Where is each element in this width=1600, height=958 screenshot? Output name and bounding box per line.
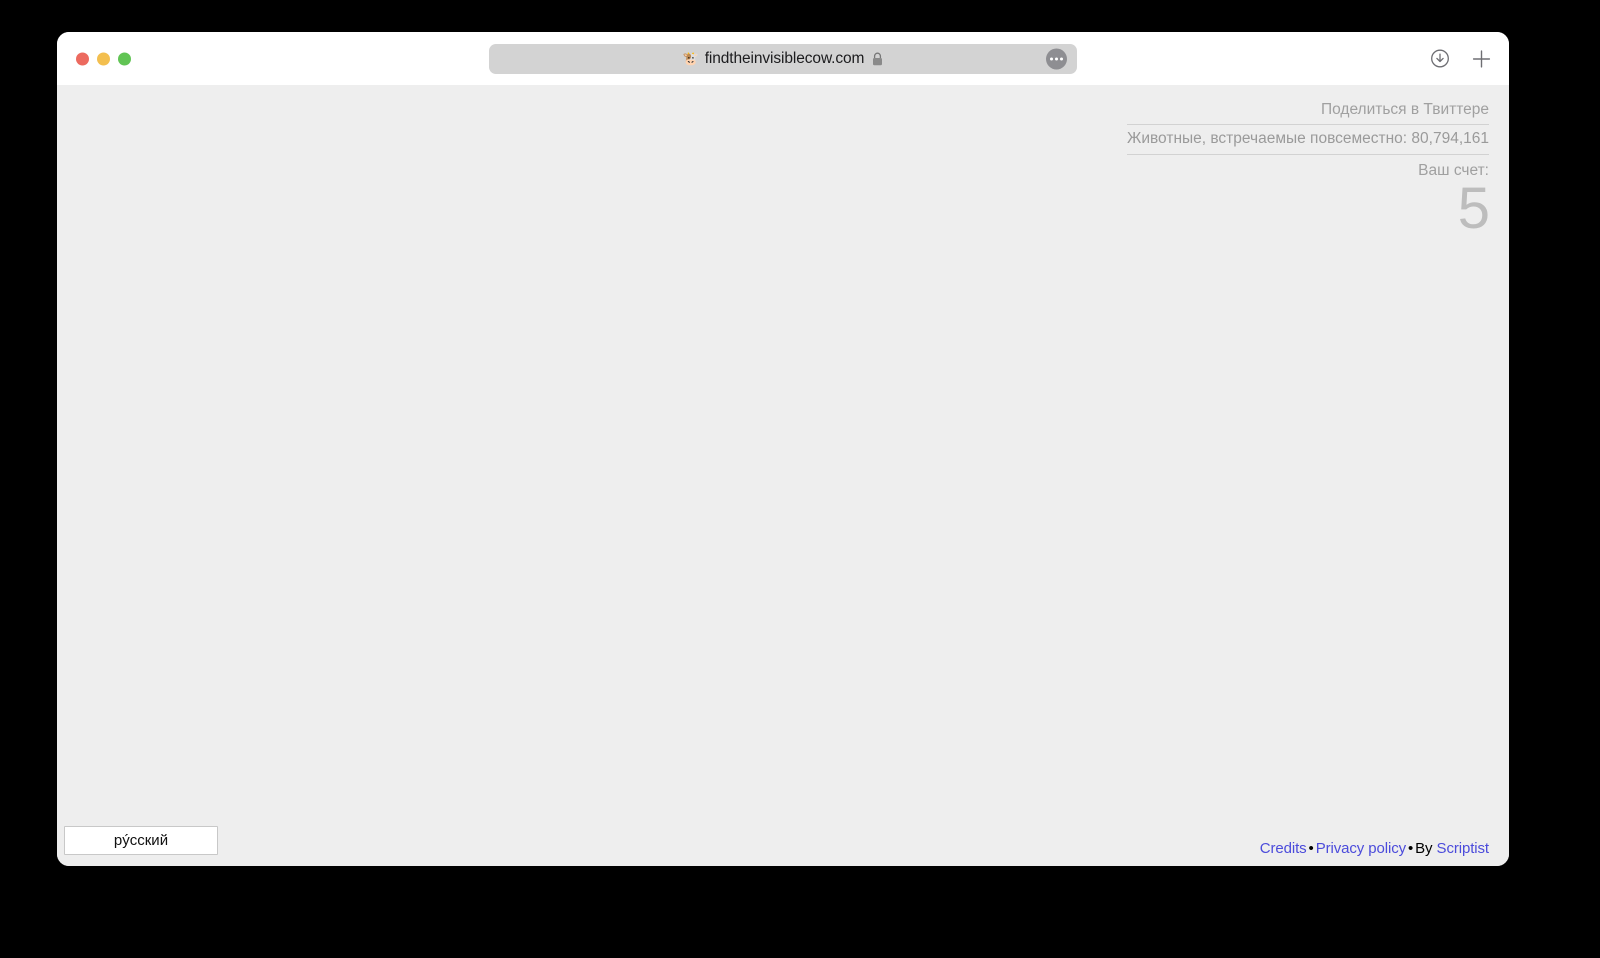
browser-toolbar: 🐮 findtheinvisiblecow.com — [57, 32, 1509, 85]
close-window-button[interactable] — [76, 52, 89, 65]
footer-separator-2: • — [1408, 840, 1414, 857]
minimize-window-button[interactable] — [97, 52, 110, 65]
score-value: 5 — [1457, 176, 1490, 242]
footer-links: Credits • Privacy policy • By Scriptist — [1260, 840, 1489, 857]
credits-link[interactable]: Credits — [1260, 840, 1307, 857]
cow-favicon-icon: 🐮 — [682, 51, 699, 66]
window-controls — [76, 52, 131, 65]
address-bar-content: 🐮 findtheinvisiblecow.com — [683, 50, 884, 68]
game-info-panel: Поделиться в Твиттере Животные, встречае… — [1127, 99, 1490, 242]
page-content: Поделиться в Твиттере Животные, встречае… — [57, 85, 1509, 866]
downloads-icon[interactable] — [1430, 49, 1450, 69]
more-dot-2 — [1055, 57, 1058, 60]
address-bar[interactable]: 🐮 findtheinvisiblecow.com — [489, 43, 1077, 74]
more-options-icon[interactable] — [1046, 48, 1067, 69]
address-bar-url: findtheinvisiblecow.com — [704, 49, 865, 67]
more-dot-1 — [1050, 57, 1053, 60]
privacy-policy-link[interactable]: Privacy policy — [1316, 840, 1406, 857]
global-counter: Животные, встречаемые повсеместно: 80,79… — [1127, 124, 1489, 155]
language-selector[interactable]: рýсский — [64, 826, 218, 855]
maximize-window-button[interactable] — [118, 52, 131, 65]
author-link[interactable]: Scriptist — [1437, 840, 1490, 857]
footer-separator-1: • — [1308, 840, 1314, 857]
lock-icon — [872, 52, 883, 66]
browser-window: 🐮 findtheinvisiblecow.com Поделиться в Т… — [57, 32, 1509, 866]
by-label: By — [1415, 840, 1433, 857]
score-label: Ваш счет: — [1418, 161, 1489, 179]
new-tab-icon[interactable] — [1471, 48, 1492, 69]
more-dot-3 — [1060, 57, 1063, 60]
toolbar-actions — [1430, 48, 1492, 69]
share-twitter-link[interactable]: Поделиться в Твиттере — [1127, 99, 1489, 124]
